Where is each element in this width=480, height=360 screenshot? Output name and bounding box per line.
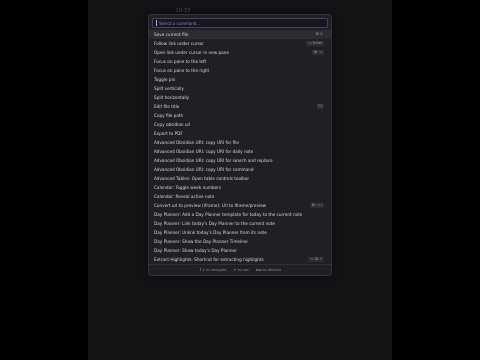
command-item[interactable]: Convert url to preview (iframe): Url to … [149, 201, 331, 210]
command-label: Day Planner: Show the Day Planner Timeli… [154, 239, 248, 244]
footer-tip-text: to dismiss [263, 268, 282, 272]
command-item[interactable]: Advanced Obsidian URI: copy URI for file [149, 138, 331, 147]
command-item[interactable]: Day Planner: Unlink today's Day Planner … [149, 228, 331, 237]
command-label: Calendar: Reveal active note [154, 194, 215, 199]
command-item[interactable]: Export to PDF [149, 129, 331, 138]
command-item[interactable]: Open link under cursor in new pane ⌘ ⌥ [149, 48, 331, 57]
command-item[interactable]: Extract Highlights: Shortcut for extract… [149, 255, 331, 264]
command-item[interactable]: Day Planner: Link today's Day Planner to… [149, 219, 331, 228]
command-label: Day Planner: Add a Day Planner template … [154, 212, 303, 217]
command-list: Save current file ⌘ S Follow link under cu… [149, 30, 331, 264]
command-search-input[interactable]: Select a command... [152, 18, 328, 28]
command-label: Advanced Obsidian URI: copy URI for file [154, 140, 239, 145]
footer-tip-key: esc [255, 268, 262, 272]
command-hotkey: ⌥ Enter [306, 41, 324, 46]
command-label: Copy file path [154, 113, 184, 118]
command-item[interactable]: Advanced Tables: Open table controls too… [149, 174, 331, 183]
footer-tip: ↑↓ to navigate [199, 268, 227, 272]
command-item[interactable]: Day Planner: Add a Day Planner template … [149, 210, 331, 219]
command-hotkey: F2 [316, 104, 324, 109]
command-item[interactable]: Copy obsidian url [149, 120, 331, 129]
command-label: Open link under cursor in new pane [154, 50, 229, 55]
palette-footer: ↑↓ to navigate ↵ to use esc to dismiss [149, 264, 331, 275]
command-item[interactable]: Split vertically [149, 84, 331, 93]
command-label: Convert url to preview (iframe): Url to … [154, 203, 267, 208]
command-item[interactable]: Advanced Obsidian URI: copy URI for sear… [149, 156, 331, 165]
footer-tip: ↵ to use [233, 268, 248, 272]
command-item[interactable]: Day Planner: Show today's Day Planner [149, 246, 331, 255]
footer-tip-key: ↵ [233, 268, 237, 272]
command-hotkey: ⌘ S [313, 32, 324, 37]
command-label: Follow link under cursor [154, 41, 204, 46]
command-item[interactable]: Follow link under cursor ⌥ Enter [149, 39, 331, 48]
command-label: Split horizontally [154, 95, 190, 100]
command-label: Toggle pin [154, 77, 176, 82]
command-label: Day Planner: Link today's Day Planner to… [154, 221, 276, 226]
command-label: Advanced Obsidian URI: copy URI for comm… [154, 167, 254, 172]
command-label: Focus on pane to the right [154, 68, 210, 73]
command-item[interactable]: Advanced Obsidian URI: copy URI for comm… [149, 165, 331, 174]
command-item[interactable]: Split horizontally [149, 93, 331, 102]
footer-tip-text: to navigate [206, 268, 227, 272]
footer-tip: esc to dismiss [256, 268, 281, 272]
command-palette: Select a command... Save current file ⌘ S… [148, 14, 332, 276]
command-item[interactable]: Day Planner: Show the Day Planner Timeli… [149, 237, 331, 246]
command-item[interactable]: Advanced Obsidian URI: copy URI for dail… [149, 147, 331, 156]
command-label: Copy obsidian url [154, 122, 191, 127]
command-item[interactable]: Calendar: Toggle week numbers [149, 183, 331, 192]
command-label: Advanced Obsidian URI: copy URI for sear… [154, 158, 273, 163]
command-hotkey: ⌘ ⌥ [312, 50, 324, 55]
command-label: Advanced Obsidian URI: copy URI for dail… [154, 149, 254, 154]
command-item[interactable]: Focus on pane to the left [149, 57, 331, 66]
command-item[interactable]: Save current file ⌘ S [149, 30, 331, 39]
footer-tip-key: ↑↓ [198, 268, 205, 272]
command-item[interactable]: Focus on pane to the right [149, 66, 331, 75]
command-label: Calendar: Toggle week numbers [154, 185, 222, 190]
command-label: Focus on pane to the left [154, 59, 207, 64]
command-label: Edit file title [154, 104, 180, 109]
command-item[interactable]: Copy file path [149, 111, 331, 120]
footer-tip-text: to use [237, 268, 249, 272]
command-label: Save current file [154, 32, 189, 37]
command-label: Split vertically [154, 86, 184, 91]
command-hotkey: ⌘ ⌥ I [309, 203, 324, 208]
command-item[interactable]: Calendar: Reveal active note [149, 192, 331, 201]
command-label: Extract Highlights: Shortcut for extract… [154, 257, 264, 262]
text-caret [156, 20, 157, 26]
command-item[interactable]: Toggle pin [149, 75, 331, 84]
command-label: Export to PDF [154, 131, 183, 136]
command-label: Day Planner: Unlink today's Day Planner … [154, 230, 267, 235]
command-item[interactable]: Edit file title F2 [149, 102, 331, 111]
command-label: Advanced Tables: Open table controls too… [154, 176, 250, 181]
command-label: Day Planner: Show today's Day Planner [154, 248, 237, 253]
command-search-text[interactable]: Select a command... [159, 21, 200, 26]
command-hotkey: ⌥ ⌘ ⇧ [307, 257, 324, 262]
